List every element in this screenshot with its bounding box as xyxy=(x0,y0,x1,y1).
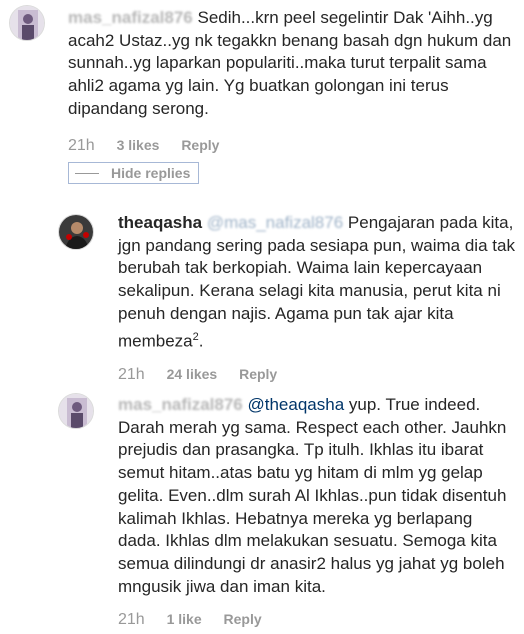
comment-meta: 21h 3 likes Reply xyxy=(68,137,219,155)
reply-body: mas_nafizal876 @theaqasha yup. True inde… xyxy=(118,394,516,598)
reply-body: theaqasha @mas_nafizal876 Pengajaran pad… xyxy=(118,212,516,353)
comment-likes[interactable]: 3 likes xyxy=(117,137,160,153)
hide-replies-button[interactable]: Hide replies xyxy=(68,162,199,184)
profile-photo-icon xyxy=(59,394,93,428)
reply-time[interactable]: 21h xyxy=(118,366,145,383)
avatar[interactable] xyxy=(9,5,45,41)
reply-likes[interactable]: 1 like xyxy=(167,611,202,627)
comment-body: mas_nafizal876 Sedih...krn peel segelint… xyxy=(68,7,516,121)
comment-username[interactable]: mas_nafizal876 xyxy=(68,8,193,27)
reply-likes[interactable]: 24 likes xyxy=(167,366,218,382)
reply-meta: 21h 24 likes Reply xyxy=(118,366,277,384)
divider-line xyxy=(75,172,99,174)
avatar[interactable] xyxy=(58,393,94,429)
reply-button[interactable]: Reply xyxy=(181,137,219,153)
reply-text: Pengajaran pada kita, jgn pandang sering… xyxy=(118,213,515,351)
profile-photo-icon xyxy=(10,6,44,40)
reply-mention[interactable]: @theaqasha xyxy=(247,395,344,414)
reply-text-end: . xyxy=(198,331,204,351)
reply-mention[interactable]: @mas_nafizal876 xyxy=(207,213,343,232)
reply-username[interactable]: mas_nafizal876 xyxy=(118,395,243,414)
hide-replies-label: Hide replies xyxy=(111,165,191,181)
reply-meta: 21h 1 like Reply xyxy=(118,611,262,629)
reply-text: yup. True indeed. Darah merah yg sama. R… xyxy=(118,395,507,596)
reply-button[interactable]: Reply xyxy=(224,611,262,627)
reply-username[interactable]: theaqasha xyxy=(118,213,202,232)
avatar[interactable] xyxy=(58,214,94,250)
comment-time[interactable]: 21h xyxy=(68,137,95,154)
profile-photo-icon xyxy=(59,215,93,249)
reply-time[interactable]: 21h xyxy=(118,611,145,628)
reply-button[interactable]: Reply xyxy=(239,366,277,382)
